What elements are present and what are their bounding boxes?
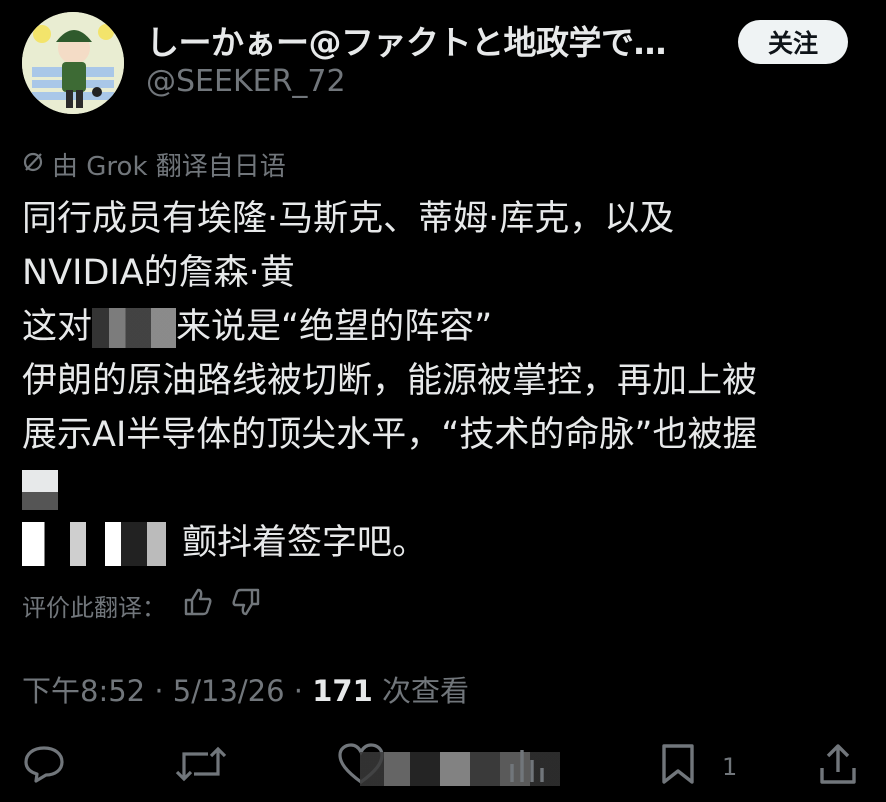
display-name[interactable]: しーかぁー@ファクトと地政学で… (146, 16, 667, 64)
tweet-line-segment: 来说是“绝望的阵容” (176, 307, 493, 347)
translation-note: 由 Grok 翻译自日语 (22, 146, 286, 183)
thumbs-up-icon[interactable] (182, 586, 214, 624)
tweet-line (22, 462, 872, 516)
tweet-line: 伊朗的原油路线被切断，能源被掌控，再加上被 (22, 361, 758, 401)
rate-translation: 评价此翻译： (22, 586, 262, 624)
reply-icon (22, 742, 66, 792)
view-suffix: 次查看 (372, 674, 469, 708)
redaction-mosaic (22, 470, 58, 510)
thumbs-down-icon[interactable] (230, 586, 262, 624)
tweet-line: 展示AI半导体的顶尖水平，“技术的命脉”也被握 (22, 415, 758, 455)
reply-button[interactable] (22, 742, 66, 792)
tweet-line: 这对 来说是“绝望的阵容” (22, 300, 872, 354)
avatar-illustration (22, 12, 124, 114)
timestamp[interactable]: 下午8:52 · 5/13/26 · (22, 674, 312, 708)
tweet-line-segment: 颤抖着签字吧。 (182, 523, 428, 563)
bookmark-count: 1 (722, 753, 738, 781)
tweet-line-segment: 这对 (22, 307, 93, 347)
avatar[interactable] (22, 12, 124, 114)
bookmark-icon (658, 742, 698, 792)
share-button[interactable] (816, 742, 860, 792)
grok-icon (22, 150, 44, 180)
rate-label: 评价此翻译： (22, 593, 166, 622)
repost-button[interactable] (174, 742, 228, 792)
tweet-line: 同行成员有埃隆·马斯克、蒂姆·库克，以及 (22, 199, 675, 239)
chart-icon (506, 742, 546, 792)
follow-button[interactable]: 关注 (738, 20, 848, 64)
share-icon (816, 742, 860, 792)
user-handle[interactable]: @SEEKER_72 (146, 64, 346, 99)
translation-note-text: 由 Grok 翻译自日语 (52, 152, 286, 182)
redaction-mosaic (92, 308, 177, 348)
redaction-mosaic (22, 522, 182, 566)
repost-icon (174, 742, 228, 792)
tweet-line: 颤抖着签字吧。 (22, 516, 872, 570)
views-button[interactable] (506, 742, 546, 792)
view-count: 171 (312, 674, 373, 708)
bookmark-button[interactable]: 1 (658, 742, 737, 792)
tweet-text: 同行成员有埃隆·马斯克、蒂姆·库克，以及 NVIDIA的詹森·黄 这对 来说是“绝… (22, 192, 872, 570)
tweet-line: NVIDIA的詹森·黄 (22, 253, 295, 293)
tweet-meta: 下午8:52 · 5/13/26 · 171 次查看 (22, 668, 469, 710)
action-bar: 1 (0, 742, 886, 792)
